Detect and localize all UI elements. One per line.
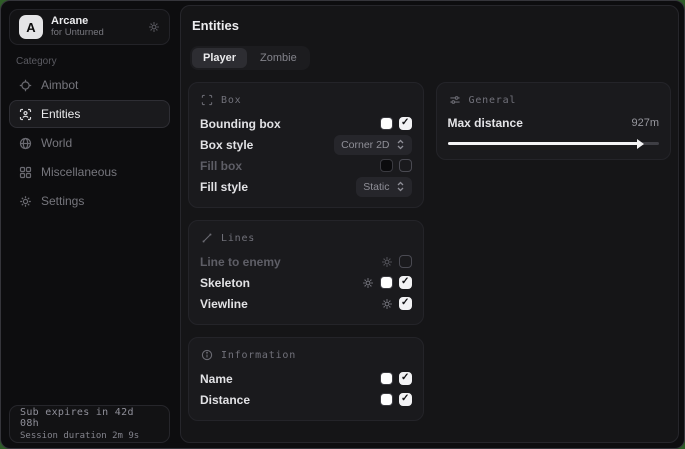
subscription-card: Sub expires in 42d 08h Session duration … <box>9 405 170 443</box>
max-distance-value: 927m <box>631 117 659 129</box>
category-label: Category <box>16 56 57 67</box>
checkbox[interactable] <box>399 159 412 172</box>
globe-icon <box>19 137 32 150</box>
color-swatch[interactable] <box>380 276 393 289</box>
setting-row-bounding-box: Bounding box <box>200 113 412 134</box>
setting-row-line-to-enemy: Line to enemy <box>200 251 412 272</box>
page-title: Entities <box>192 18 672 33</box>
sidebar-item-label: Miscellaneous <box>41 165 117 179</box>
setting-row-distance: Distance <box>200 389 412 410</box>
color-swatch[interactable] <box>380 393 393 406</box>
arcane-window: A Arcane for Unturned Category <box>0 0 685 449</box>
unfold-icon <box>396 139 405 150</box>
sidebar-item-world[interactable]: World <box>9 129 170 157</box>
content-columns: Box Bounding box Box style Cor <box>187 82 672 421</box>
entities-scan-icon <box>19 108 32 121</box>
session-duration-text: Session duration 2m 9s <box>20 431 159 441</box>
gear-icon <box>19 195 32 208</box>
checkbox[interactable] <box>399 393 412 406</box>
information-panel: Information Name Distance <box>188 337 424 421</box>
setting-row-fill-box: Fill box <box>200 155 412 176</box>
lines-panel: Lines Line to enemy <box>188 220 424 325</box>
entity-tabs: Player Zombie <box>190 46 310 70</box>
color-swatch[interactable] <box>380 372 393 385</box>
grid-icon <box>19 166 32 179</box>
unfold-icon <box>396 181 405 192</box>
setting-label: Fill box <box>200 159 380 173</box>
brand-text: Arcane for Unturned <box>51 15 140 39</box>
main-panel: Entities Player Zombie Box <box>180 5 679 443</box>
setting-label: Distance <box>200 393 380 407</box>
brand-logo: A <box>19 15 43 39</box>
gear-icon[interactable] <box>148 21 160 33</box>
sidebar: A Arcane for Unturned Category <box>1 1 180 448</box>
brand-subtitle: for Unturned <box>51 28 140 39</box>
setting-row-box-style: Box style Corner 2D <box>200 134 412 155</box>
setting-row-viewline: Viewline <box>200 293 412 314</box>
setting-label: Bounding box <box>200 117 380 131</box>
panel-title: Box <box>221 95 241 106</box>
sidebar-item-label: World <box>41 136 72 150</box>
tab-player[interactable]: Player <box>192 48 247 68</box>
panel-title: Lines <box>221 233 255 244</box>
color-swatch[interactable] <box>380 117 393 130</box>
setting-row-fill-style: Fill style Static <box>200 176 412 197</box>
checkbox[interactable] <box>399 117 412 130</box>
select-value: Static <box>363 181 389 193</box>
checkbox[interactable] <box>399 297 412 310</box>
sidebar-item-aimbot[interactable]: Aimbot <box>9 71 170 99</box>
tab-zombie[interactable]: Zombie <box>249 48 308 68</box>
sub-expiry-text: Sub expires in 42d 08h <box>20 407 159 429</box>
sidebar-item-settings[interactable]: Settings <box>9 187 170 215</box>
sliders-icon <box>449 94 461 106</box>
left-column: Box Bounding box Box style Cor <box>188 82 424 421</box>
info-icon <box>201 349 213 361</box>
panel-title: General <box>469 95 517 106</box>
box-brackets-icon <box>201 94 213 106</box>
information-panel-header: Information <box>201 349 412 361</box>
max-distance-row: Max distance 927m <box>448 113 660 133</box>
checkbox[interactable] <box>399 276 412 289</box>
select-value: Corner 2D <box>341 139 389 151</box>
sidebar-item-entities[interactable]: Entities <box>9 100 170 128</box>
sidebar-item-miscellaneous[interactable]: Miscellaneous <box>9 158 170 186</box>
gear-icon[interactable] <box>381 298 393 310</box>
box-panel-header: Box <box>201 94 412 106</box>
general-panel-header: General <box>449 94 660 106</box>
setting-label: Name <box>200 372 380 386</box>
max-distance-label: Max distance <box>448 116 632 130</box>
sidebar-item-label: Entities <box>41 107 80 121</box>
gear-icon[interactable] <box>381 256 393 268</box>
sidebar-nav: Aimbot Entities <box>9 71 170 215</box>
lines-panel-header: Lines <box>201 232 412 244</box>
box-panel: Box Bounding box Box style Cor <box>188 82 424 208</box>
setting-row-name: Name <box>200 368 412 389</box>
fill-style-select[interactable]: Static <box>356 177 411 197</box>
brand-name: Arcane <box>51 15 140 28</box>
checkbox[interactable] <box>399 372 412 385</box>
crosshair-icon <box>19 79 32 92</box>
setting-label: Line to enemy <box>200 255 381 269</box>
max-distance-slider[interactable] <box>448 137 660 149</box>
setting-row-skeleton: Skeleton <box>200 272 412 293</box>
right-column: General Max distance 927m <box>436 82 672 421</box>
general-panel: General Max distance 927m <box>436 82 672 160</box>
setting-label: Fill style <box>200 180 356 194</box>
diagonal-line-icon <box>201 232 213 244</box>
checkbox[interactable] <box>399 255 412 268</box>
brand-card: A Arcane for Unturned <box>9 9 170 45</box>
slider-fill-and-thumb[interactable] <box>448 142 638 145</box>
panel-title: Information <box>221 350 296 361</box>
setting-label: Skeleton <box>200 276 362 290</box>
setting-label: Box style <box>200 138 334 152</box>
box-style-select[interactable]: Corner 2D <box>334 135 411 155</box>
color-swatch[interactable] <box>380 159 393 172</box>
setting-label: Viewline <box>200 297 381 311</box>
sidebar-item-label: Settings <box>41 194 84 208</box>
gear-icon[interactable] <box>362 277 374 289</box>
sidebar-item-label: Aimbot <box>41 78 78 92</box>
